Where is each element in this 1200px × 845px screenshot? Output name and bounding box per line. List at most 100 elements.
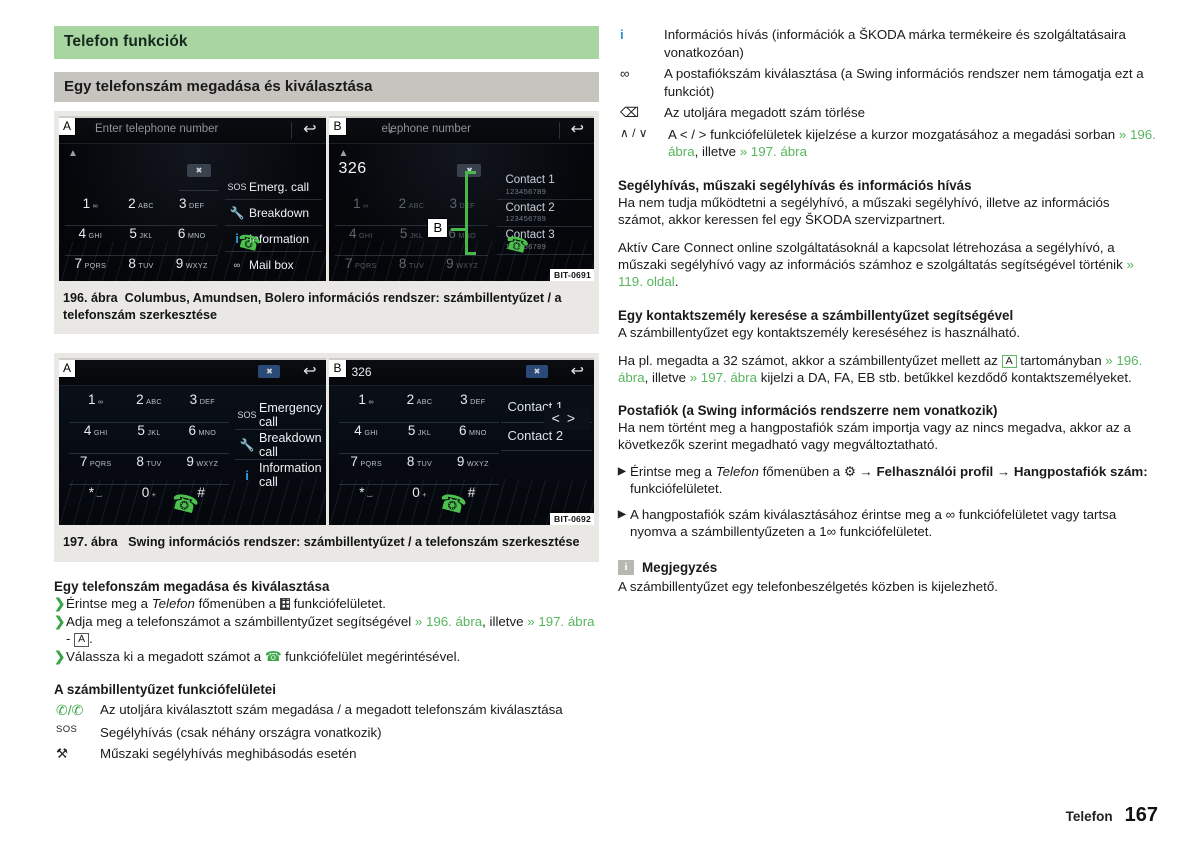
- contact-number: 123456789: [505, 214, 547, 224]
- key-1[interactable]: 1 ∞: [65, 196, 116, 226]
- key-sub: GHI: [88, 231, 103, 240]
- key-sub: JKL: [417, 428, 432, 438]
- figure-code: BIT-0692: [550, 513, 594, 526]
- figure-reference[interactable]: » 196. ábra: [415, 614, 482, 629]
- option-emergency-call[interactable]: SOS Emergency call: [235, 400, 323, 431]
- key-5[interactable]: 5 JKL: [122, 423, 176, 455]
- wrench-icon: ⚒: [56, 746, 68, 762]
- text: .: [89, 631, 93, 647]
- key-digit: 1: [353, 196, 361, 211]
- key-sub: JKL: [409, 231, 424, 240]
- figure-number: 196. ábra: [63, 291, 118, 305]
- back-icon[interactable]: ↩: [571, 363, 584, 381]
- next-icon[interactable]: >: [567, 410, 582, 426]
- key-3[interactable]: 3DEF: [446, 392, 500, 424]
- phone-number-input[interactable]: elephone number: [381, 123, 471, 135]
- key-5[interactable]: 5 JKL: [392, 423, 447, 455]
- step-item: ❯ Válassza ki a megadott számot a ☎ funk…: [54, 648, 599, 665]
- handset-icon: ☎: [264, 649, 282, 665]
- keypad-row: 1∞ 2ABC 3DEF: [69, 392, 229, 424]
- bullet-item: ▶ Érintse meg a Telefon főmenüben a ⚙ → …: [618, 463, 1158, 497]
- topbar-divider: [291, 122, 293, 139]
- text: Aktív Care Connect online szolgáltatások…: [618, 240, 1127, 273]
- divider: [179, 190, 219, 191]
- key-6[interactable]: 6MNO: [446, 423, 500, 455]
- key-digit: 9: [186, 454, 194, 470]
- backspace-icon[interactable]: ✖: [258, 365, 281, 379]
- key-2[interactable]: 2 ABC: [115, 196, 167, 226]
- chevron-right-icon[interactable]: ▸: [389, 126, 394, 137]
- key-3[interactable]: 3DEF: [175, 392, 229, 424]
- wrench-icon: 🔧: [239, 437, 255, 452]
- figure-reference[interactable]: » 197. ábra: [690, 370, 757, 385]
- menu-path-item: Hangpostafiók szám:: [1013, 464, 1148, 480]
- chevron-up-icon[interactable]: ▲: [68, 148, 78, 159]
- page-number: 167: [1124, 804, 1158, 826]
- back-icon[interactable]: ↩: [303, 363, 316, 381]
- figure-reference[interactable]: » 197. ábra: [527, 614, 594, 629]
- prev-icon[interactable]: <: [552, 410, 567, 426]
- key-1[interactable]: 1 ∞: [69, 392, 123, 424]
- chevron-up-icon[interactable]: ▲: [338, 148, 348, 159]
- key-sub: JKL: [147, 428, 161, 438]
- key-digit: 6: [458, 423, 467, 439]
- backspace-icon: ⌫: [620, 105, 639, 121]
- option-breakdown-call[interactable]: 🔧 Breakdown call: [235, 430, 323, 461]
- key-4[interactable]: 4 GHI: [339, 423, 393, 455]
- key-sub: MNO: [468, 428, 487, 438]
- key-1[interactable]: 1 ∞: [339, 392, 393, 424]
- mailbox-icon: ∞: [945, 506, 956, 522]
- key-digit: 4: [348, 226, 357, 241]
- backspace-icon[interactable]: ✖: [187, 164, 211, 177]
- contact-name: Contact 2: [505, 201, 555, 214]
- figure-title: Swing információs rendszer: számbillenty…: [128, 535, 580, 550]
- bullet-marker: ❯: [54, 595, 66, 611]
- key-1[interactable]: 1 ∞: [335, 196, 387, 226]
- figure-197-panel-a: A ▾ ✖ ↩ 1∞ 2ABC 3DEF: [59, 358, 327, 526]
- step-text: Válassza ki a megadott számot a ☎ funkci…: [66, 648, 599, 665]
- back-icon[interactable]: ↩: [303, 121, 316, 139]
- screen-body: ▲ ✖ 1 ∞ 2 ABC 3 DEF 4 GHI 5 JKL 6 MNO SO…: [59, 144, 327, 281]
- key-digit: 2: [128, 196, 136, 211]
- manual-page: Telefon funkciók Egy telefonszám megadás…: [0, 0, 1200, 845]
- figure-reference[interactable]: » 197. ábra: [740, 144, 807, 159]
- bullet-item: ▶ A hangpostafiók szám kiválasztásához é…: [618, 506, 1158, 540]
- entered-number: 326: [338, 160, 367, 177]
- decorative-floor: [59, 241, 327, 281]
- handset-pair-icon: ✆/✆: [56, 702, 84, 719]
- keypad-function-list-continued: i Információs hívás (információk a ŠKODA…: [618, 26, 1158, 161]
- key-digit: 2: [136, 392, 144, 408]
- key-4[interactable]: 4 GHI: [69, 423, 123, 455]
- key-digit: 4: [354, 423, 362, 439]
- text: Érintse meg a: [630, 464, 716, 480]
- key-2[interactable]: 2 ABC: [392, 392, 447, 424]
- entered-number[interactable]: 326: [351, 365, 371, 379]
- figure-197-caption: 197. ábra Swing információs rendszer: sz…: [59, 525, 594, 559]
- paragraph-emergency: Ha nem tudja működtetni a segélyhívó, a …: [618, 194, 1110, 227]
- arrow-icon: →: [993, 464, 1014, 480]
- phone-number-input[interactable]: Enter telephone number: [95, 123, 218, 135]
- text: -: [66, 631, 75, 647]
- bullet-marker: ❯: [54, 649, 66, 665]
- option-emergency-call[interactable]: SOS Emerg. call: [225, 174, 323, 200]
- paragraph-mailbox: Ha nem történt meg a hangpostafiók szám …: [618, 419, 1131, 453]
- text: .: [674, 274, 679, 290]
- key-2[interactable]: 2 ABC: [122, 392, 176, 424]
- contact-row[interactable]: Contact 1 123456789: [497, 172, 592, 200]
- keypad-row: 4GHI 5JKL 6MNO: [69, 423, 229, 455]
- one-mailbox-icon: 1∞: [819, 523, 837, 539]
- back-icon[interactable]: ↩: [571, 121, 584, 139]
- contact-number: 123456789: [505, 186, 547, 196]
- backspace-icon[interactable]: ✖: [526, 365, 548, 379]
- contact-row[interactable]: Contact 2 123456789: [497, 200, 592, 228]
- key-digit: 3: [460, 392, 468, 408]
- key-6[interactable]: 6MNO: [175, 423, 229, 455]
- option-breakdown-call[interactable]: 🔧 Breakdown: [225, 200, 323, 226]
- key-digit: 6: [177, 226, 186, 241]
- key-3[interactable]: 3DEF: [166, 196, 218, 226]
- key-digit: 9: [456, 454, 465, 470]
- keypad-icon: [279, 597, 290, 610]
- text: funkciófelületet.: [630, 481, 723, 497]
- contact-pager[interactable]: <>: [543, 408, 590, 431]
- key-digit: 4: [83, 423, 92, 439]
